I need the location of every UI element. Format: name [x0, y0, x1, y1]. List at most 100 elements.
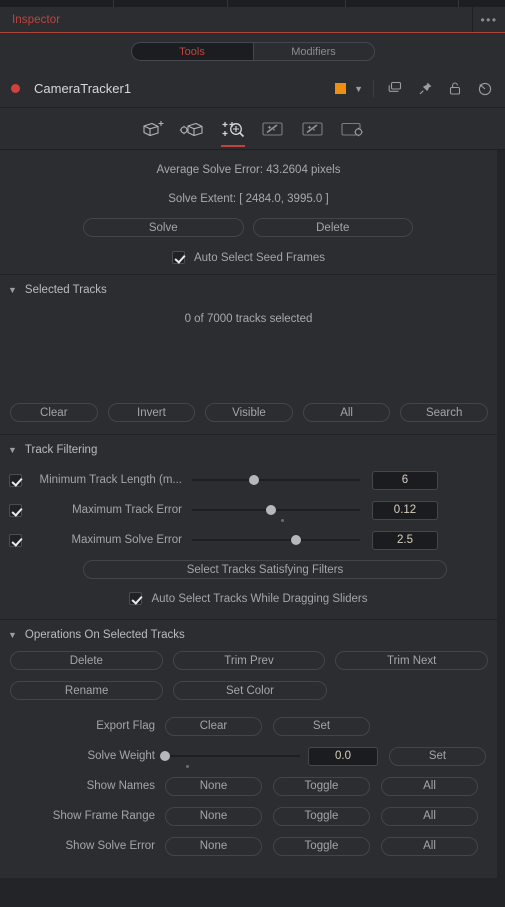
slider-knob[interactable]: [265, 505, 276, 515]
tab-modifiers-label: Modifiers: [291, 45, 336, 58]
pin-icon[interactable]: [418, 81, 433, 96]
panel-tab-inspector[interactable]: Inspector: [0, 7, 72, 32]
chevron-down-icon[interactable]: ▼: [354, 84, 363, 94]
rename-tracks-button[interactable]: Rename: [10, 681, 164, 700]
min-track-length-row: Minimum Track Length (m... 6: [0, 465, 497, 495]
min-track-length-checkbox[interactable]: [9, 473, 22, 487]
export-flag-set-button[interactable]: Set: [273, 716, 370, 736]
strip-tick: [113, 0, 114, 7]
lock-icon[interactable]: [448, 81, 462, 96]
solve-weight-value[interactable]: 0.0: [308, 746, 378, 766]
tab-tools-label: Tools: [179, 45, 205, 58]
show-solve-error-label: Show Solve Error: [65, 840, 155, 852]
max-solve-error-label: Maximum Solve Error: [71, 534, 182, 546]
slider-knob[interactable]: [291, 535, 302, 545]
max-solve-error-value[interactable]: 2.5: [372, 530, 438, 550]
min-track-length-label: Minimum Track Length (m...: [39, 474, 182, 486]
clear-tracks-label: Clear: [40, 406, 68, 419]
clear-tracks-button[interactable]: Clear: [10, 403, 98, 422]
trim-prev-label: Trim Prev: [224, 654, 274, 667]
operations-header[interactable]: ▼ Operations On Selected Tracks: [0, 623, 497, 647]
camera-settings-icon[interactable]: [173, 109, 213, 149]
delete-solve-button[interactable]: Delete: [252, 218, 413, 237]
auto-select-seed-frames-checkbox[interactable]: [171, 251, 185, 264]
show-names-toggle-button[interactable]: Toggle: [273, 776, 370, 796]
top-window-strip: [0, 0, 505, 7]
solve-section: Average Solve Error: 43.2604 pixels Solv…: [0, 150, 497, 275]
slider-knob[interactable]: [249, 475, 260, 485]
max-track-error-checkbox[interactable]: [9, 503, 22, 517]
min-track-length-slider[interactable]: [192, 473, 360, 487]
selected-tracks-header[interactable]: ▼ Selected Tracks: [0, 278, 497, 302]
show-solve-error-none-button[interactable]: None: [165, 836, 262, 856]
solve-weight-label: Solve Weight: [87, 750, 155, 762]
set-color-button[interactable]: Set Color: [173, 681, 327, 700]
max-track-error-slider[interactable]: [192, 503, 360, 522]
selected-tracks-button-row: Clear Invert Visible All Search: [10, 403, 488, 422]
panel-settings-icon[interactable]: [333, 109, 373, 149]
delete-solve-button-label: Delete: [316, 221, 350, 234]
reset-icon[interactable]: [477, 81, 493, 97]
show-names-none-label: None: [199, 780, 228, 792]
auto-select-while-dragging-row[interactable]: Auto Select Tracks While Dragging Slider…: [0, 592, 497, 605]
vertical-scrollbar[interactable]: [497, 150, 505, 878]
show-names-toggle-label: Toggle: [304, 780, 339, 792]
all-tracks-label: All: [340, 406, 353, 419]
invert-tracks-button[interactable]: Invert: [107, 403, 196, 422]
visible-tracks-button[interactable]: Visible: [205, 403, 293, 422]
node-color-swatch[interactable]: [335, 83, 347, 94]
node-status-dot-icon: [11, 84, 20, 93]
node-tool-icons: ▼: [335, 80, 505, 97]
track-filtering-section: ▼ Track Filtering Minimum Track Length (…: [0, 438, 497, 620]
show-frame-range-label: Show Frame Range: [52, 810, 155, 822]
max-track-error-row: Maximum Track Error 0.12: [0, 495, 497, 525]
chevron-down-icon[interactable]: ▼: [8, 630, 17, 640]
delete-tracks-button[interactable]: Delete: [10, 651, 163, 670]
tab-modifiers[interactable]: Modifiers: [252, 42, 375, 61]
export-flag-clear-button[interactable]: Clear: [165, 716, 262, 736]
search-tracks-button[interactable]: Search: [400, 403, 488, 422]
max-solve-error-slider[interactable]: [192, 533, 360, 547]
camera-add-icon[interactable]: [133, 109, 173, 149]
export-flag-label: Export Flag: [96, 720, 155, 732]
wand-sparkle-alt-icon[interactable]: [293, 109, 333, 149]
inspector-body: Average Solve Error: 43.2604 pixels Solv…: [0, 150, 497, 878]
trim-prev-button[interactable]: Trim Prev: [172, 651, 326, 670]
operations-row-2: Rename Set Color: [10, 681, 488, 700]
track-filtering-title: Track Filtering: [24, 444, 98, 456]
chevron-down-icon[interactable]: ▼: [8, 445, 17, 455]
track-filtering-header[interactable]: ▼ Track Filtering: [0, 438, 497, 462]
copy-icon[interactable]: [387, 81, 403, 96]
trim-next-button[interactable]: Trim Next: [335, 651, 489, 670]
show-frame-range-toggle-button[interactable]: Toggle: [273, 806, 370, 826]
all-tracks-button[interactable]: All: [302, 403, 391, 422]
show-solve-error-toggle-button[interactable]: Toggle: [273, 836, 370, 856]
rename-tracks-label: Rename: [64, 684, 109, 697]
panel-tab-label: Inspector: [12, 13, 61, 26]
select-tracks-satisfying-filters-button[interactable]: Select Tracks Satisfying Filters: [83, 560, 447, 579]
min-track-length-value[interactable]: 6: [372, 470, 438, 490]
track-magnify-icon[interactable]: [213, 109, 253, 149]
solve-button[interactable]: Solve: [83, 218, 244, 237]
node-title: CameraTracker1: [34, 81, 132, 96]
mode-tab-row: Tools Modifiers: [0, 33, 505, 70]
auto-select-while-dragging-checkbox[interactable]: [129, 592, 143, 605]
solve-weight-set-label: Set: [428, 750, 447, 762]
auto-select-seed-frames-row[interactable]: Auto Select Seed Frames: [0, 251, 497, 264]
show-names-none-button[interactable]: None: [165, 776, 262, 796]
show-solve-error-all-button[interactable]: All: [381, 836, 478, 856]
show-frame-range-none-button[interactable]: None: [165, 806, 262, 826]
chevron-down-icon[interactable]: ▼: [8, 285, 17, 295]
wand-sparkle-icon[interactable]: [253, 109, 293, 149]
show-solve-error-none-label: None: [199, 840, 228, 852]
overflow-menu-icon[interactable]: •••: [472, 7, 505, 32]
slider-knob[interactable]: [160, 751, 170, 761]
tab-tools[interactable]: Tools: [130, 42, 253, 61]
max-track-error-value[interactable]: 0.12: [372, 500, 438, 520]
solve-button-label: Solve: [148, 221, 178, 234]
solve-weight-set-button[interactable]: Set: [389, 746, 486, 766]
show-frame-range-all-button[interactable]: All: [381, 806, 478, 826]
max-solve-error-checkbox[interactable]: [9, 533, 22, 547]
show-names-all-button[interactable]: All: [381, 776, 478, 796]
solve-weight-slider[interactable]: [160, 749, 300, 768]
